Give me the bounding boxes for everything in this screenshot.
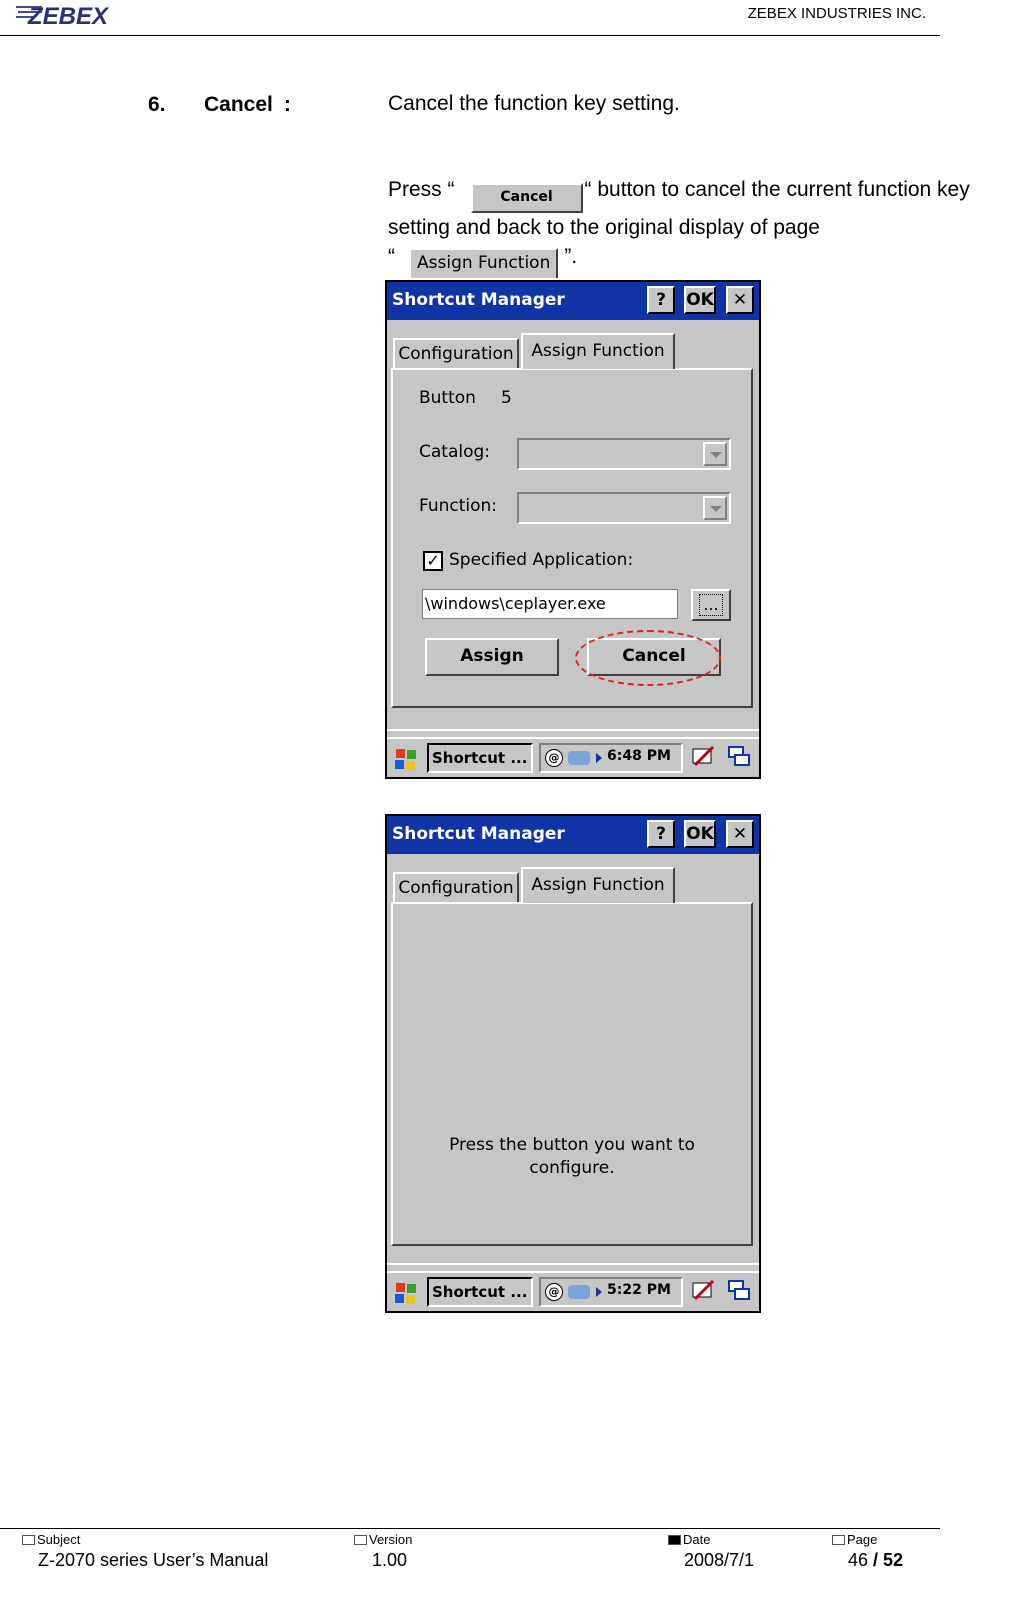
header-divider bbox=[0, 35, 940, 36]
catalog-label: Catalog: bbox=[419, 442, 491, 462]
taskbar: Shortcut ... @ 6:48 PM bbox=[387, 737, 759, 777]
date-value: 2008/7/1 bbox=[684, 1550, 755, 1570]
window-title: Shortcut Manager bbox=[392, 824, 565, 844]
folder-icon bbox=[22, 1535, 35, 1545]
message-line-1: Press the button you want to bbox=[449, 1135, 695, 1155]
close-quote: ”. bbox=[564, 245, 578, 268]
version-label: Version bbox=[354, 1532, 412, 1547]
assign-button[interactable]: Assign bbox=[425, 638, 559, 676]
system-tray: @ 5:22 PM bbox=[539, 1277, 683, 1307]
window-switch-icon[interactable] bbox=[727, 745, 751, 769]
system-tray: @ 6:48 PM bbox=[539, 743, 683, 773]
inline-assign-tab-image: Assign Function bbox=[409, 248, 559, 278]
title-bar: Shortcut Manager ? OK ✕ bbox=[387, 816, 759, 854]
status-separator bbox=[387, 729, 759, 731]
instruction-message: Press the button you want to configure. bbox=[403, 1134, 741, 1180]
help-button[interactable]: ? bbox=[647, 820, 675, 848]
book-icon bbox=[832, 1535, 845, 1545]
page-number: 46 / 52 bbox=[848, 1550, 904, 1570]
inline-cancel-button-image: Cancel bbox=[470, 183, 583, 213]
specified-application-label: Specified Application: bbox=[449, 550, 634, 570]
function-dropdown[interactable] bbox=[517, 492, 731, 524]
catalog-dropdown[interactable] bbox=[517, 438, 731, 470]
help-button[interactable]: ? bbox=[647, 286, 675, 314]
browse-label: ... bbox=[699, 594, 723, 616]
press-text: Press “ bbox=[388, 178, 455, 201]
window-switch-icon[interactable] bbox=[727, 1279, 751, 1303]
subject-value: Z-2070 series User’s Manual bbox=[38, 1550, 269, 1570]
footer-divider bbox=[0, 1528, 940, 1529]
function-label: Function: bbox=[419, 496, 498, 516]
close-button[interactable]: ✕ bbox=[726, 286, 754, 314]
clock[interactable]: 5:22 PM bbox=[607, 1282, 671, 1298]
tab-configuration[interactable]: Configuration bbox=[393, 338, 519, 368]
cancel-button[interactable]: Cancel bbox=[587, 638, 721, 676]
ok-button[interactable]: OK bbox=[684, 820, 716, 848]
logo-text: ZEBEX bbox=[27, 3, 110, 28]
company-name: ZEBEX INDUSTRIES INC. bbox=[747, 5, 926, 22]
taskbar: Shortcut ... @ 5:22 PM bbox=[387, 1271, 759, 1311]
button-label: Button bbox=[419, 388, 476, 408]
application-path-input[interactable]: \windows\ceplayer.exe bbox=[422, 589, 678, 619]
page-label: Page bbox=[832, 1532, 877, 1547]
assign-function-panel: Press the button you want to configure. bbox=[391, 902, 753, 1246]
button-value: 5 bbox=[501, 388, 512, 408]
taskbar-app-button[interactable]: Shortcut ... bbox=[427, 1277, 533, 1307]
arrow-right-icon bbox=[596, 753, 602, 763]
windows-start-icon[interactable] bbox=[393, 747, 419, 771]
close-button[interactable]: ✕ bbox=[726, 820, 754, 848]
section-description: Cancel the function key setting. bbox=[388, 92, 680, 115]
tab-assign-function[interactable]: Assign Function bbox=[521, 867, 675, 903]
date-label: Date bbox=[668, 1532, 710, 1547]
subject-label: Subject bbox=[22, 1532, 80, 1547]
version-value: 1.00 bbox=[372, 1550, 408, 1570]
instruction-paragraph: Press “Cancel “ button to cancel the curr… bbox=[388, 175, 1008, 278]
arrow-right-icon bbox=[596, 1287, 602, 1297]
windows-start-icon[interactable] bbox=[393, 1281, 419, 1305]
specified-application-checkbox[interactable]: ✓ bbox=[423, 551, 443, 571]
assign-function-panel: Button 5 Catalog: Function: ✓ Specified … bbox=[391, 368, 753, 708]
clock[interactable]: 6:48 PM bbox=[607, 748, 671, 764]
window-title: Shortcut Manager bbox=[392, 290, 565, 310]
browse-button[interactable]: ... bbox=[691, 589, 731, 621]
message-line-2: configure. bbox=[529, 1158, 615, 1178]
input-panel-icon[interactable] bbox=[691, 1279, 715, 1303]
input-panel-icon[interactable] bbox=[691, 745, 715, 769]
zebex-logo: ZEBEX bbox=[16, 3, 110, 28]
section-number: 6. bbox=[148, 93, 166, 116]
chevron-down-icon[interactable] bbox=[703, 442, 727, 466]
taskbar-app-button[interactable]: Shortcut ... bbox=[427, 743, 533, 773]
chevron-down-icon[interactable] bbox=[703, 496, 727, 520]
tab-assign-function[interactable]: Assign Function bbox=[521, 333, 675, 369]
section-title: Cancel bbox=[204, 93, 273, 116]
status-separator bbox=[387, 1263, 759, 1265]
sync-icon[interactable]: @ bbox=[545, 749, 563, 767]
calendar-icon bbox=[668, 1535, 681, 1545]
network-icon[interactable] bbox=[568, 751, 590, 765]
shortcut-manager-screenshot-assign: Shortcut Manager ? OK ✕ Configuration As… bbox=[385, 280, 761, 779]
tab-configuration[interactable]: Configuration bbox=[393, 872, 519, 902]
ok-button[interactable]: OK bbox=[684, 286, 716, 314]
document-icon bbox=[354, 1535, 367, 1545]
network-icon[interactable] bbox=[568, 1285, 590, 1299]
section-colon: : bbox=[284, 93, 291, 116]
open-quote: “ bbox=[388, 245, 395, 268]
shortcut-manager-screenshot-original: Shortcut Manager ? OK ✕ Configuration As… bbox=[385, 814, 761, 1313]
sync-icon[interactable]: @ bbox=[545, 1283, 563, 1301]
title-bar: Shortcut Manager ? OK ✕ bbox=[387, 282, 759, 320]
